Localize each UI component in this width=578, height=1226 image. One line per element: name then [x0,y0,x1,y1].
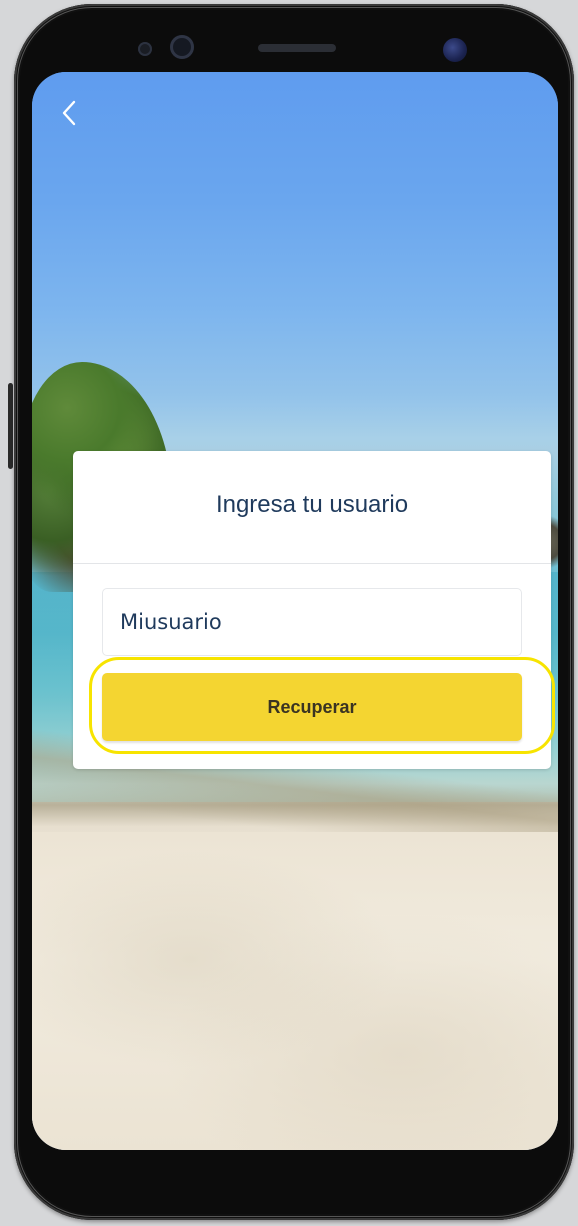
username-input[interactable] [102,588,522,656]
card-divider [73,563,551,564]
phone-frame: Ingresa tu usuario Recuperar [14,4,574,1220]
earpiece-speaker [258,44,336,52]
app-screen: Ingresa tu usuario Recuperar [32,72,558,1150]
device-mockup-stage: Ingresa tu usuario Recuperar [0,0,578,1226]
recover-user-card: Ingresa tu usuario Recuperar [73,451,555,769]
iris-scanner [443,38,467,62]
recover-button[interactable]: Recuperar [102,673,522,741]
front-camera [170,35,194,59]
back-button[interactable] [54,98,84,128]
chevron-left-icon [62,100,76,126]
sand [32,832,558,1150]
proximity-sensor [138,42,152,56]
card-title: Ingresa tu usuario [215,491,409,518]
phone-side-button [8,383,13,469]
